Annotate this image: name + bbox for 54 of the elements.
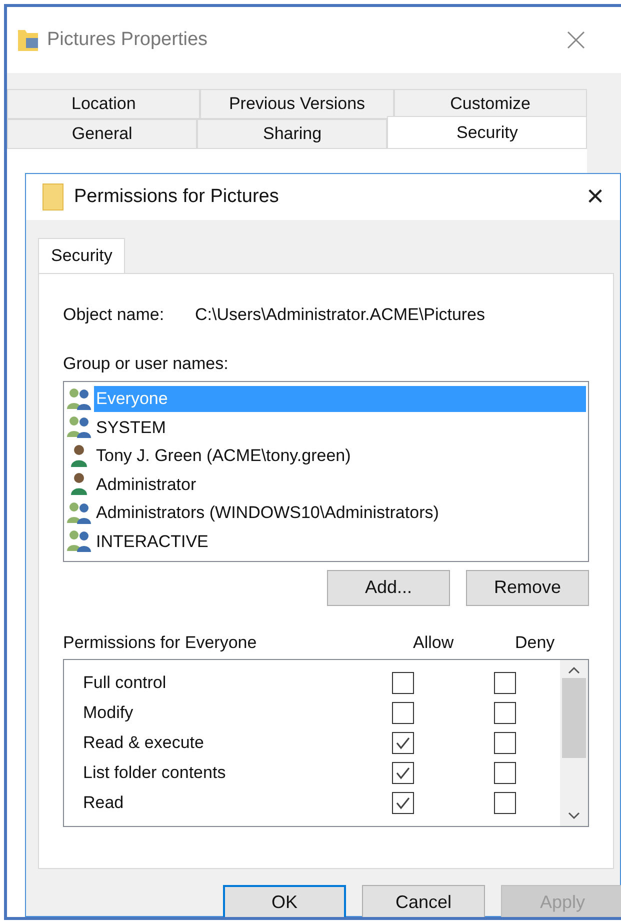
tab[interactable]: Security [387, 116, 588, 149]
scrollbar[interactable] [560, 660, 588, 826]
tab[interactable]: Previous Versions [200, 89, 394, 119]
checkbox[interactable] [392, 792, 414, 814]
button[interactable]: Remove [466, 570, 589, 606]
tab[interactable]: Sharing [197, 119, 388, 149]
checkbox[interactable] [392, 732, 414, 754]
button[interactable]: Cancel [362, 884, 485, 917]
checkbox[interactable] [494, 792, 516, 814]
permission-name: Read & execute [82, 732, 205, 754]
section-label: Group or user names: [63, 353, 230, 375]
button[interactable]: OK [223, 884, 346, 917]
close-icon[interactable] [567, 31, 585, 49]
checkbox[interactable] [494, 702, 516, 724]
user-group-icon [66, 415, 92, 440]
tab[interactable]: Customize [394, 89, 587, 119]
check-icon [395, 736, 411, 750]
checkbox[interactable] [494, 672, 516, 694]
tab[interactable]: General [7, 119, 198, 149]
check-icon [395, 766, 411, 780]
user-group-icon [66, 529, 92, 554]
tab[interactable]: Location [7, 89, 200, 119]
check-icon [395, 796, 411, 810]
list-item[interactable]: Tony J. Green (ACME\tony.green) [94, 443, 353, 468]
scroll-down-icon[interactable] [568, 812, 580, 820]
permission-name: Read [82, 792, 125, 814]
field-label: Object name: [63, 304, 166, 326]
column-header: Deny [515, 632, 555, 654]
checkbox[interactable] [392, 762, 414, 784]
button[interactable]: Add... [327, 570, 450, 606]
list-item[interactable]: Administrator [94, 472, 198, 497]
dialog-title: Permissions for Pictures [74, 184, 279, 209]
permission-name: Full control [82, 672, 168, 694]
permission-name: List folder contents [82, 762, 227, 784]
object-name-value: C:\Users\Administrator.ACME\Pictures [195, 304, 486, 326]
list-item[interactable]: INTERACTIVE [94, 528, 210, 554]
permission-name: Modify [82, 702, 134, 724]
list-item[interactable]: SYSTEM [94, 414, 168, 440]
folder-icon [17, 28, 39, 52]
user-group-icon [66, 386, 92, 411]
folder-icon [42, 183, 64, 211]
list-item[interactable]: Administrators (WINDOWS10\Administrators) [94, 500, 441, 526]
window-title: Pictures Properties [47, 28, 208, 52]
section-label: Permissions for Everyone [63, 632, 258, 654]
checkbox[interactable] [392, 672, 414, 694]
tab[interactable]: Security [38, 238, 126, 272]
user-list[interactable]: Everyone SYSTEM Tony J. Green (ACME\tony.green) Administrator Administrators (WINDOWS10\Administrators) INTERACTIVE [63, 380, 589, 562]
user-group-icon [66, 500, 92, 525]
checkbox[interactable] [494, 732, 516, 754]
column-header: Allow [413, 632, 455, 654]
checkbox[interactable] [494, 762, 516, 784]
checkbox[interactable] [392, 702, 414, 724]
close-button[interactable]: × [586, 182, 604, 212]
scroll-up-icon[interactable] [568, 666, 580, 674]
